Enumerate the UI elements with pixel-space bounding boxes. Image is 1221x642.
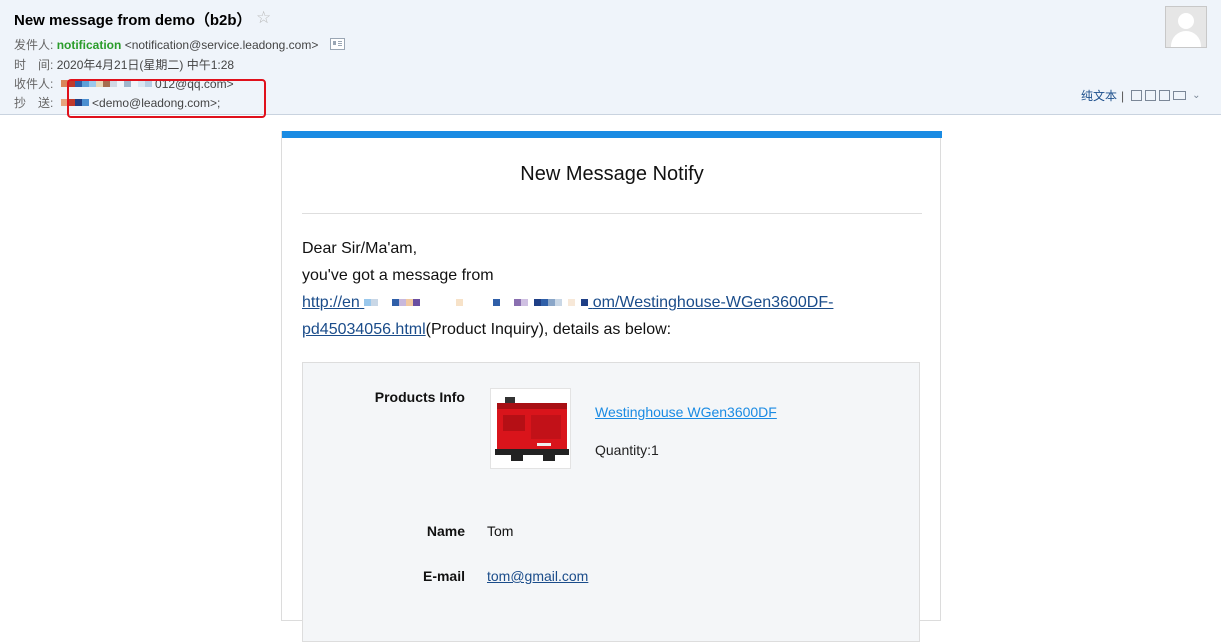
accent-bar <box>282 131 942 138</box>
time-row: 时 间: 2020年4月21日(星期二) 中午1:28 <box>14 56 234 73</box>
url-start: http://en <box>302 294 360 311</box>
time-value: 2020年4月21日(星期二) 中午1:28 <box>56 58 235 72</box>
plain-text-button[interactable]: 纯文本 <box>1081 87 1117 104</box>
avatar-icon[interactable] <box>1165 6 1207 48</box>
email-subject-text: New message from demo（b2b） <box>14 12 252 29</box>
sender-label: 发件人: <box>14 38 54 52</box>
product-url-line: http://en om/Westinghouse-WGen3600DF- <box>302 289 922 316</box>
time-label: 时 间: <box>14 58 54 72</box>
message-card: New Message Notify Dear Sir/Ma'am, you'v… <box>281 131 942 642</box>
contact-card-icon[interactable] <box>329 38 345 50</box>
toolbar-separator: | <box>1121 88 1125 103</box>
inquiry-details-box: Products Info Westinghouse WGen3600DF Qu… <box>302 362 920 642</box>
product-url-link-end[interactable]: pd45034056.html <box>302 321 426 338</box>
message-title: New Message Notify <box>520 163 704 185</box>
email-value-link[interactable]: tom@gmail.com <box>487 568 588 584</box>
products-info-label: Products Info <box>374 389 465 405</box>
sender-email[interactable]: <notification@service.leadong.com> <box>125 38 319 52</box>
greeting-line: Dear Sir/Ma'am, <box>302 240 418 257</box>
note-icon[interactable] <box>1145 90 1157 101</box>
sender-row: 发件人: notification <notification@service.… <box>14 36 345 53</box>
generator-image <box>495 397 569 461</box>
print-icon[interactable] <box>1173 91 1187 100</box>
cc-highlight-box <box>67 79 266 118</box>
name-value: Tom <box>487 523 514 539</box>
message-greeting: Dear Sir/Ma'am, you've got a message fro… <box>302 235 922 343</box>
title-divider <box>302 213 922 214</box>
sender-name[interactable]: notification <box>57 38 122 52</box>
new-window-icon[interactable] <box>1131 90 1143 101</box>
product-quantity: Quantity:1 <box>595 442 659 458</box>
details-intro: (Product Inquiry), details as below: <box>425 321 672 338</box>
redacted-url <box>364 294 592 311</box>
star-icon[interactable]: ☆ <box>256 8 271 28</box>
product-name-link[interactable]: Westinghouse WGen3600DF <box>595 404 777 420</box>
product-thumbnail[interactable] <box>490 388 571 469</box>
name-label: Name <box>426 523 465 539</box>
url-middle: om/Westinghouse-WGen3600DF- <box>592 294 834 311</box>
cc-label: 抄 送: <box>14 96 54 110</box>
email-subject: New message from demo（b2b） <box>14 9 252 30</box>
intro-line: you've got a message from <box>302 267 494 284</box>
recipient-label: 收件人: <box>14 77 54 91</box>
chevron-down-icon[interactable]: ⌄ <box>1192 90 1200 101</box>
url-continuation-line: pd45034056.html(Product Inquiry), detail… <box>302 316 922 343</box>
reader-icon[interactable] <box>1159 90 1171 101</box>
product-url-link[interactable]: http://en om/Westinghouse-WGen3600DF- <box>302 294 833 311</box>
mail-toolbar: 纯文本 | ⌄ <box>1081 87 1201 104</box>
email-label: E-mail <box>422 568 465 584</box>
